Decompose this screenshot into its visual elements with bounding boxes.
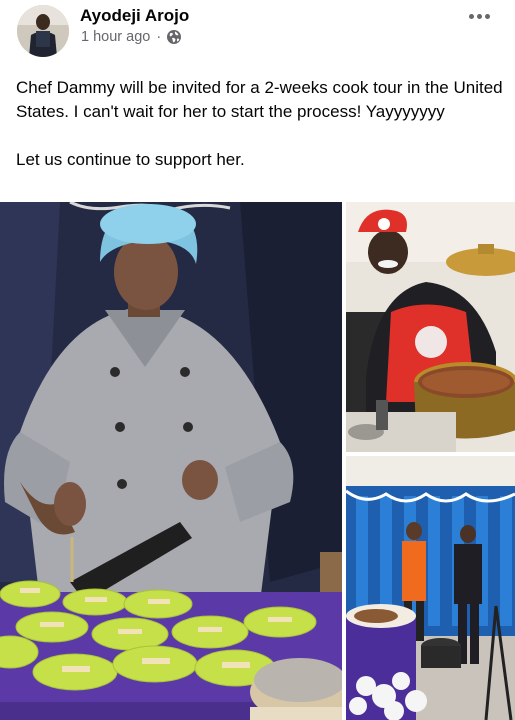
post-header: Ayodeji Arojo 1 hour ago ·: [0, 0, 515, 64]
photo-chef-serving[interactable]: [0, 202, 342, 720]
more-options-icon: [476, 13, 482, 19]
photo-image: [0, 202, 342, 720]
post-text: Chef Dammy will be invited for a 2-weeks…: [16, 76, 506, 172]
more-options-icon: [468, 13, 474, 19]
post-meta: 1 hour ago ·: [81, 29, 182, 45]
author-name[interactable]: Ayodeji Arojo: [80, 6, 189, 26]
post-paragraph: Chef Dammy will be invited for a 2-weeks…: [16, 78, 503, 121]
photo-chef-with-pot[interactable]: [346, 202, 515, 452]
more-options-button[interactable]: [462, 5, 496, 27]
post-paragraph: Let us continue to support her.: [16, 150, 245, 169]
avatar-image: [17, 5, 69, 57]
globe-icon[interactable]: [166, 29, 182, 45]
photo-image: [346, 202, 515, 452]
more-options-icon: [484, 13, 490, 19]
photo-image: [346, 456, 515, 720]
meta-separator: ·: [156, 29, 162, 45]
post-timestamp[interactable]: 1 hour ago: [81, 29, 150, 45]
author-avatar[interactable]: [17, 5, 69, 57]
photo-event-hall[interactable]: [346, 456, 515, 720]
